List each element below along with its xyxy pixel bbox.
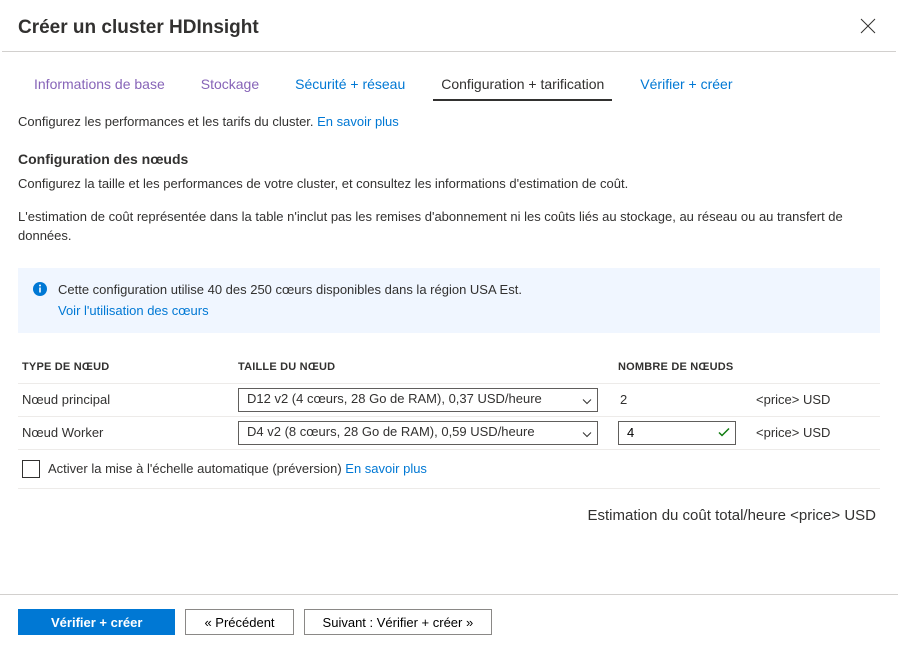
table-row: Nœud principal D12 v2 (4 cœurs, 28 Go de… (18, 383, 880, 416)
footer: Vérifier + créer « Précédent Suivant : V… (0, 594, 898, 635)
node-type-head: Nœud principal (18, 392, 238, 407)
worker-node-cost: <price> USD (748, 425, 880, 440)
node-table-header: TYPE DE NŒUD TAILLE DU NŒUD NOMBRE DE NŒ… (18, 361, 880, 383)
review-create-button[interactable]: Vérifier + créer (18, 609, 175, 635)
main-content: Configurez les performances et les tarif… (0, 100, 898, 524)
worker-node-count-wrap (618, 421, 736, 445)
tab-configuration[interactable]: Configuration + tarification (423, 72, 622, 100)
page-title: Créer un cluster HDInsight (18, 17, 259, 39)
header-node-count: NOMBRE DE NŒUDS (618, 361, 748, 373)
view-core-usage-link[interactable]: Voir l'utilisation des cœurs (58, 301, 209, 321)
total-cost-value: <price> USD (790, 507, 876, 524)
info-message: Cette configuration utilise 40 des 250 c… (58, 282, 522, 297)
info-box: Cette configuration utilise 40 des 250 c… (18, 268, 880, 333)
total-cost: Estimation du coût total/heure <price> U… (18, 507, 880, 524)
tab-review[interactable]: Vérifier + créer (622, 72, 750, 100)
close-icon (860, 18, 876, 34)
checkmark-icon (718, 425, 730, 440)
info-text: Cette configuration utilise 40 des 250 c… (58, 280, 522, 321)
header-node-cost (748, 361, 880, 373)
worker-node-size-value: D4 v2 (8 cœurs, 28 Go de RAM), 0,59 USD/… (238, 421, 598, 445)
head-node-cost: <price> USD (748, 392, 880, 407)
next-button[interactable]: Suivant : Vérifier + créer » (304, 609, 493, 635)
previous-button[interactable]: « Précédent (185, 609, 293, 635)
header-node-size: TAILLE DU NŒUD (238, 361, 618, 373)
close-button[interactable] (856, 14, 880, 41)
node-table: TYPE DE NŒUD TAILLE DU NŒUD NOMBRE DE NŒ… (18, 361, 880, 489)
node-config-text2: L'estimation de coût représentée dans la… (18, 208, 880, 246)
autoscale-label: Activer la mise à l'échelle automatique … (48, 461, 427, 476)
head-node-count: 2 (618, 392, 748, 407)
node-config-text1: Configurez la taille et les performances… (18, 175, 880, 194)
intro-paragraph: Configurez les performances et les tarif… (18, 114, 880, 129)
total-cost-label: Estimation du coût total/heure (588, 507, 791, 524)
table-row: Nœud Worker D4 v2 (8 cœurs, 28 Go de RAM… (18, 416, 880, 449)
learn-more-link[interactable]: En savoir plus (317, 114, 399, 129)
autoscale-checkbox[interactable] (22, 460, 40, 478)
node-type-worker: Nœud Worker (18, 425, 238, 440)
tabs-nav: Informations de base Stockage Sécurité +… (0, 72, 898, 100)
tab-basics[interactable]: Informations de base (16, 72, 183, 100)
header-node-type: TYPE DE NŒUD (18, 361, 238, 373)
head-node-size-select[interactable]: D12 v2 (4 cœurs, 28 Go de RAM), 0,37 USD… (238, 388, 598, 412)
head-node-size-value: D12 v2 (4 cœurs, 28 Go de RAM), 0,37 USD… (238, 388, 598, 412)
intro-text: Configurez les performances et les tarif… (18, 114, 317, 129)
info-icon (32, 281, 48, 321)
tab-storage[interactable]: Stockage (183, 72, 277, 100)
tab-security[interactable]: Sécurité + réseau (277, 72, 423, 100)
autoscale-learn-more-link[interactable]: En savoir plus (345, 461, 427, 476)
page-header: Créer un cluster HDInsight (0, 0, 898, 51)
node-config-title: Configuration des nœuds (18, 151, 880, 167)
autoscale-row: Activer la mise à l'échelle automatique … (18, 449, 880, 489)
worker-node-size-select[interactable]: D4 v2 (8 cœurs, 28 Go de RAM), 0,59 USD/… (238, 421, 598, 445)
header-divider (2, 51, 896, 52)
